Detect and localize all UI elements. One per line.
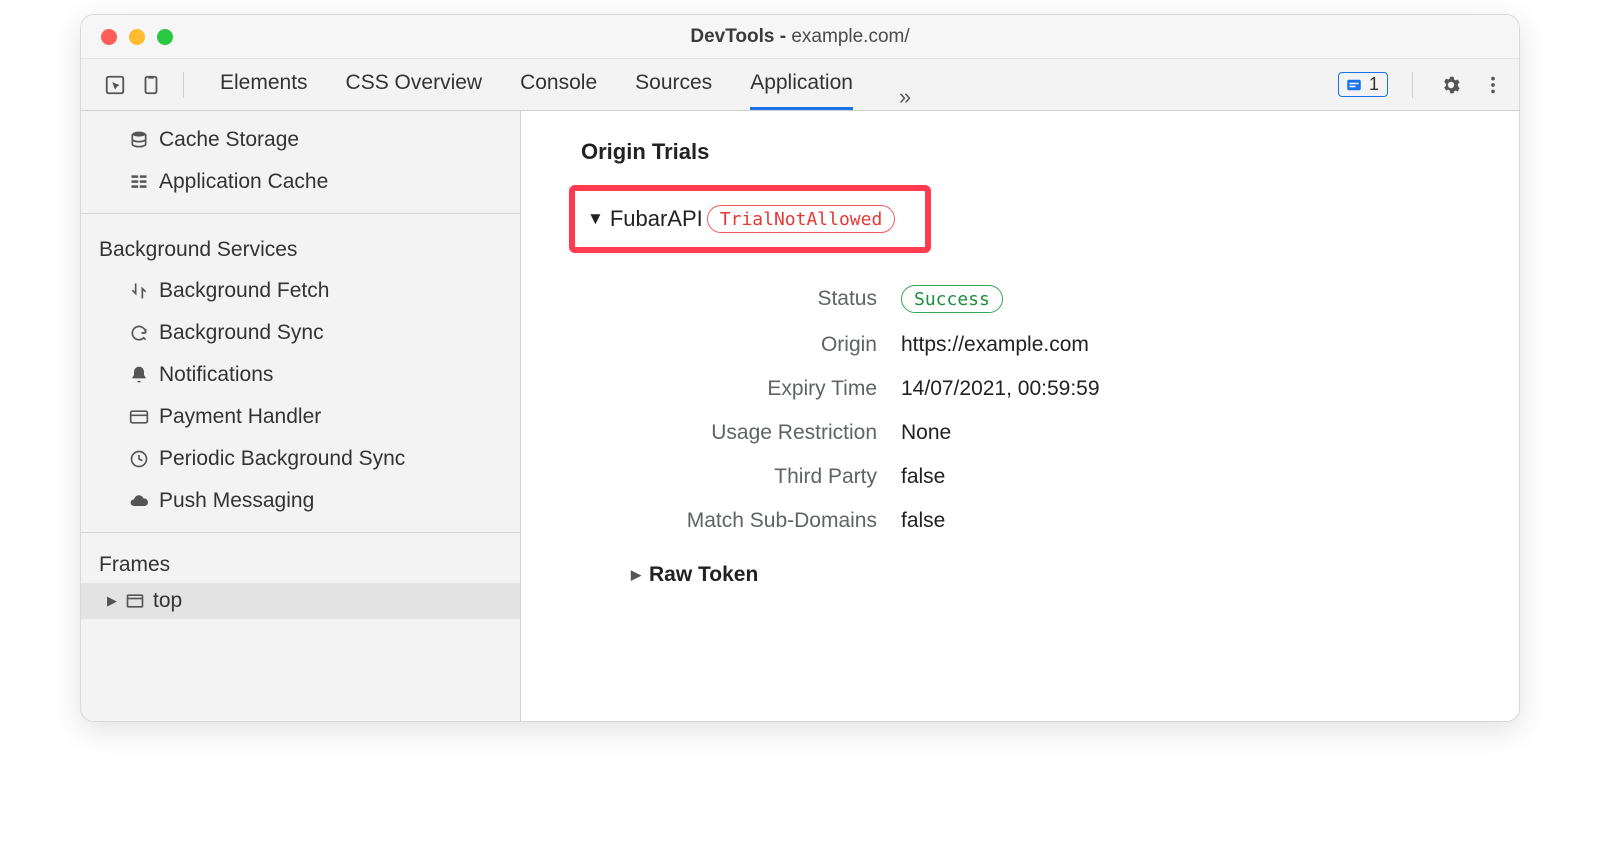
detail-value: 14/07/2021, 00:59:59 xyxy=(901,367,1124,411)
toolbar-separator xyxy=(1412,72,1413,98)
toolbar-right: 1 xyxy=(1338,71,1507,99)
sidebar-item-background-sync[interactable]: Background Sync xyxy=(81,312,520,354)
detail-key: Match Sub-Domains xyxy=(581,499,901,543)
sidebar-item-background-fetch[interactable]: Background Fetch xyxy=(81,270,520,312)
tab-sources[interactable]: Sources xyxy=(635,59,712,110)
tab-elements[interactable]: Elements xyxy=(220,59,308,110)
application-main-panel: Origin Trials ▼ FubarAPI TrialNotAllowed… xyxy=(521,111,1519,721)
detail-value: None xyxy=(901,411,1124,455)
close-window-button[interactable] xyxy=(101,29,117,45)
bell-icon xyxy=(129,365,149,385)
sidebar-item-periodic-background-sync[interactable]: Periodic Background Sync xyxy=(81,438,520,480)
sync-icon xyxy=(129,323,149,343)
sidebar-item-label: Push Messaging xyxy=(159,484,314,518)
minimize-window-button[interactable] xyxy=(129,29,145,45)
sidebar-section-background-services: Background Services xyxy=(81,224,520,270)
table-row: Third Party false xyxy=(581,455,1124,499)
sidebar-item-label: Periodic Background Sync xyxy=(159,442,405,476)
device-toolbar-icon[interactable] xyxy=(137,71,165,99)
caret-right-icon: ▶ xyxy=(107,593,117,609)
window-title: DevTools - example.com/ xyxy=(81,26,1519,48)
detail-key: Origin xyxy=(581,323,901,367)
panel-tabs: Elements CSS Overview Console Sources Ap… xyxy=(220,59,1330,110)
devtools-window: DevTools - example.com/ Elements CSS Ove… xyxy=(80,14,1520,722)
window-titlebar: DevTools - example.com/ xyxy=(81,15,1519,59)
sidebar-section-label: Background Services xyxy=(99,238,297,261)
overflow-glyph: » xyxy=(899,84,911,109)
title-app: DevTools xyxy=(690,26,774,47)
title-sep: - xyxy=(774,26,791,47)
tab-label: Console xyxy=(520,71,597,95)
sidebar-item-label: Cache Storage xyxy=(159,123,299,157)
sidebar-section-frames: Frames xyxy=(81,543,520,583)
detail-value: https://example.com xyxy=(901,323,1124,367)
sidebar-divider xyxy=(81,213,520,214)
detail-value: Success xyxy=(901,275,1124,323)
tab-console[interactable]: Console xyxy=(520,59,597,110)
trial-name: FubarAPI xyxy=(610,206,703,232)
sidebar-divider xyxy=(81,532,520,533)
detail-key: Status xyxy=(581,275,901,323)
sidebar-item-push-messaging[interactable]: Push Messaging xyxy=(81,480,520,522)
sidebar-item-label: Notifications xyxy=(159,358,273,392)
title-host: example.com/ xyxy=(791,26,909,47)
sidebar-item-frame-top[interactable]: ▶ top xyxy=(81,583,520,619)
more-menu-icon[interactable] xyxy=(1479,71,1507,99)
table-row: Expiry Time 14/07/2021, 00:59:59 xyxy=(581,367,1124,411)
sidebar-item-application-cache[interactable]: Application Cache xyxy=(81,161,520,203)
window-icon xyxy=(125,591,145,611)
transfer-icon xyxy=(129,281,149,301)
detail-key: Third Party xyxy=(581,455,901,499)
tabs-overflow-button[interactable]: » xyxy=(891,84,919,110)
tab-label: Elements xyxy=(220,71,308,95)
caret-right-icon: ▶ xyxy=(631,567,641,583)
origin-trial-row[interactable]: ▼ FubarAPI TrialNotAllowed xyxy=(569,185,931,253)
sidebar-item-payment-handler[interactable]: Payment Handler xyxy=(81,396,520,438)
database-icon xyxy=(129,130,149,150)
zoom-window-button[interactable] xyxy=(157,29,173,45)
table-row: Origin https://example.com xyxy=(581,323,1124,367)
inspect-element-icon[interactable] xyxy=(101,71,129,99)
devtools-toolbar: Elements CSS Overview Console Sources Ap… xyxy=(81,59,1519,111)
tab-css-overview[interactable]: CSS Overview xyxy=(346,59,483,110)
sidebar-item-label: Background Fetch xyxy=(159,274,329,308)
trial-status-badge: TrialNotAllowed xyxy=(707,205,896,233)
settings-gear-icon[interactable] xyxy=(1437,71,1465,99)
detail-key: Usage Restriction xyxy=(581,411,901,455)
cloud-icon xyxy=(129,491,149,511)
sidebar-item-notifications[interactable]: Notifications xyxy=(81,354,520,396)
status-success-badge: Success xyxy=(901,285,1003,313)
sidebar-item-label: Application Cache xyxy=(159,165,328,199)
credit-card-icon xyxy=(129,407,149,427)
detail-value: false xyxy=(901,455,1124,499)
detail-key: Expiry Time xyxy=(581,367,901,411)
raw-token-label: Raw Token xyxy=(649,563,758,587)
panel-heading: Origin Trials xyxy=(521,131,1519,185)
sidebar-item-label: Background Sync xyxy=(159,316,324,350)
trial-details-table: Status Success Origin https://example.co… xyxy=(581,275,1124,543)
grid-icon xyxy=(129,172,149,192)
application-sidebar: Cache Storage Application Cache Backgrou… xyxy=(81,111,521,721)
issues-count: 1 xyxy=(1369,74,1379,95)
tab-label: Application xyxy=(750,71,853,95)
traffic-lights xyxy=(81,29,173,45)
sidebar-section-label: Frames xyxy=(99,553,170,576)
detail-value: false xyxy=(901,499,1124,543)
issues-badge[interactable]: 1 xyxy=(1338,72,1388,97)
caret-down-icon: ▼ xyxy=(587,209,604,229)
tab-label: CSS Overview xyxy=(346,71,483,95)
table-row: Usage Restriction None xyxy=(581,411,1124,455)
sidebar-item-label: Payment Handler xyxy=(159,400,321,434)
sidebar-item-label: top xyxy=(153,589,182,613)
clock-icon xyxy=(129,449,149,469)
panel-body: Cache Storage Application Cache Backgrou… xyxy=(81,111,1519,721)
sidebar-item-cache-storage[interactable]: Cache Storage xyxy=(81,119,520,161)
tab-application[interactable]: Application xyxy=(750,59,853,110)
table-row: Status Success xyxy=(581,275,1124,323)
table-row: Match Sub-Domains false xyxy=(581,499,1124,543)
toolbar-separator xyxy=(183,72,184,98)
raw-token-toggle[interactable]: ▶ Raw Token xyxy=(631,563,1519,587)
tab-label: Sources xyxy=(635,71,712,95)
